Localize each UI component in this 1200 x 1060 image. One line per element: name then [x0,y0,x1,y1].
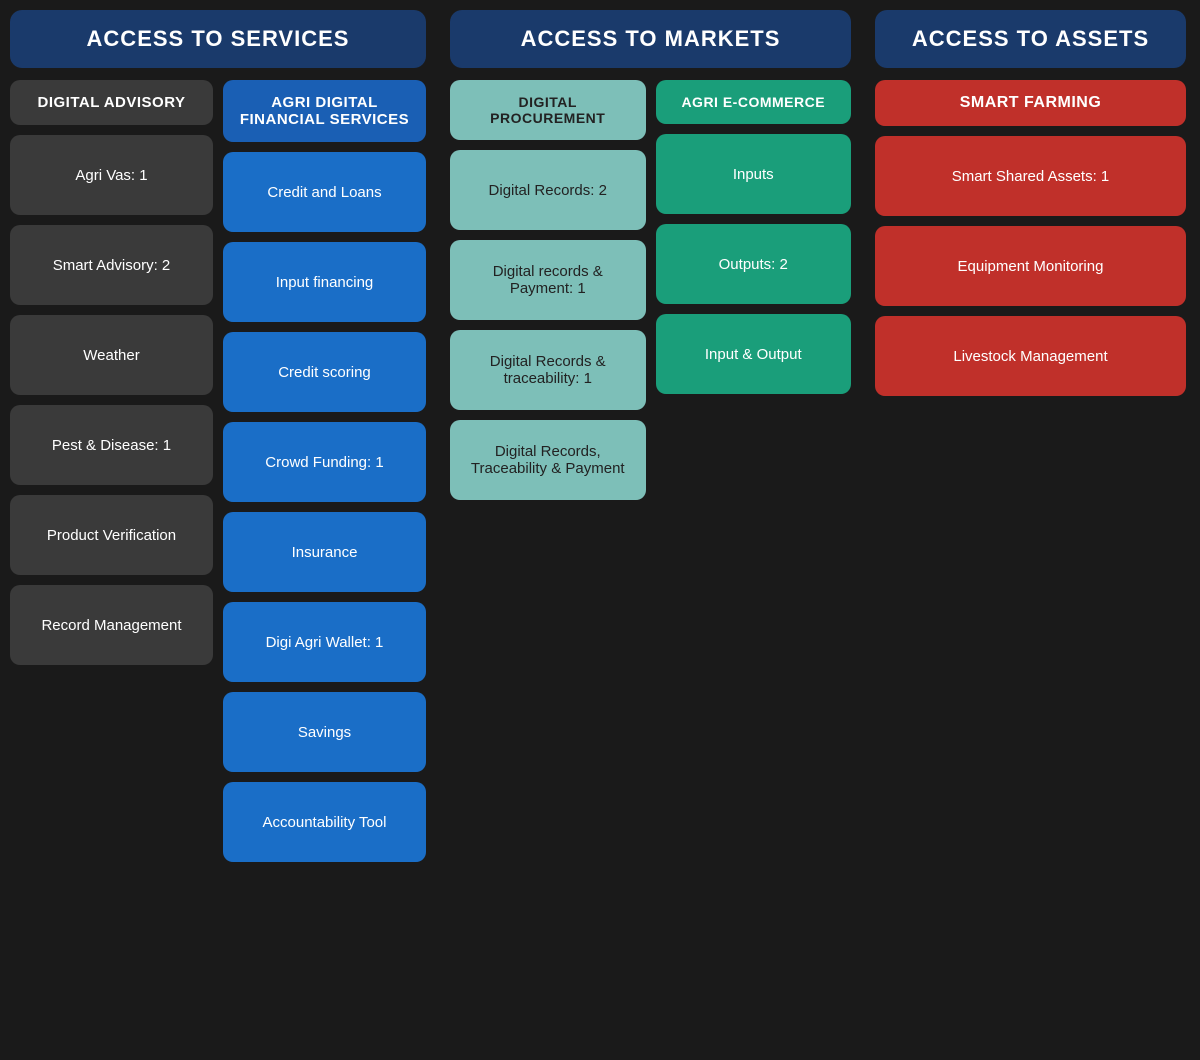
list-item: Record Management [10,585,213,665]
markets-header: ACCESS TO MARKETS [450,10,851,68]
smart-farming-header: SMART FARMING [875,80,1186,126]
list-item: Inputs [656,134,852,214]
services-column: ACCESS TO SERVICES DIGITAL ADVISORY Agri… [0,0,440,1060]
list-item: Product Verification [10,495,213,575]
digital-procurement-subcol: DIGITAL PROCUREMENT Digital Records: 2 D… [450,80,646,1050]
list-item: Smart Advisory: 2 [10,225,213,305]
list-item: Outputs: 2 [656,224,852,304]
assets-header: ACCESS TO ASSETS [875,10,1186,68]
main-grid: ACCESS TO SERVICES DIGITAL ADVISORY Agri… [0,0,1200,1060]
list-item: Insurance [223,512,426,592]
agri-ecommerce-subcol: AGRI E-COMMERCE Inputs Outputs: 2 Input … [656,80,852,1050]
assets-inner: SMART FARMING Smart Shared Assets: 1 Equ… [875,80,1186,1050]
agri-ecommerce-header: AGRI E-COMMERCE [656,80,852,124]
list-item: Credit scoring [223,332,426,412]
digital-advisory-header: DIGITAL ADVISORY [10,80,213,125]
list-item: Agri Vas: 1 [10,135,213,215]
list-item: Credit and Loans [223,152,426,232]
list-item: Accountability Tool [223,782,426,862]
list-item: Smart Shared Assets: 1 [875,136,1186,216]
digital-advisory-subcol: DIGITAL ADVISORY Agri Vas: 1 Smart Advis… [10,80,213,1050]
list-item: Crowd Funding: 1 [223,422,426,502]
list-item: Digital Records, Traceability & Payment [450,420,646,500]
agri-digital-financial-subcol: AGRI DIGITAL FINANCIAL SERVICES Credit a… [223,80,426,1050]
list-item: Input & Output [656,314,852,394]
list-item: Pest & Disease: 1 [10,405,213,485]
list-item: Input financing [223,242,426,322]
list-item: Digital records & Payment: 1 [450,240,646,320]
list-item: Equipment Monitoring [875,226,1186,306]
markets-inner: DIGITAL PROCUREMENT Digital Records: 2 D… [450,80,851,1050]
services-inner: DIGITAL ADVISORY Agri Vas: 1 Smart Advis… [10,80,426,1050]
list-item: Weather [10,315,213,395]
digital-procurement-header: DIGITAL PROCUREMENT [450,80,646,140]
agri-digital-financial-header: AGRI DIGITAL FINANCIAL SERVICES [223,80,426,142]
services-header: ACCESS TO SERVICES [10,10,426,68]
list-item: Savings [223,692,426,772]
list-item: Digital Records & traceability: 1 [450,330,646,410]
assets-column: ACCESS TO ASSETS SMART FARMING Smart Sha… [865,0,1200,1060]
list-item: Livestock Management [875,316,1186,396]
markets-column: ACCESS TO MARKETS DIGITAL PROCUREMENT Di… [440,0,865,1060]
list-item: Digital Records: 2 [450,150,646,230]
list-item: Digi Agri Wallet: 1 [223,602,426,682]
